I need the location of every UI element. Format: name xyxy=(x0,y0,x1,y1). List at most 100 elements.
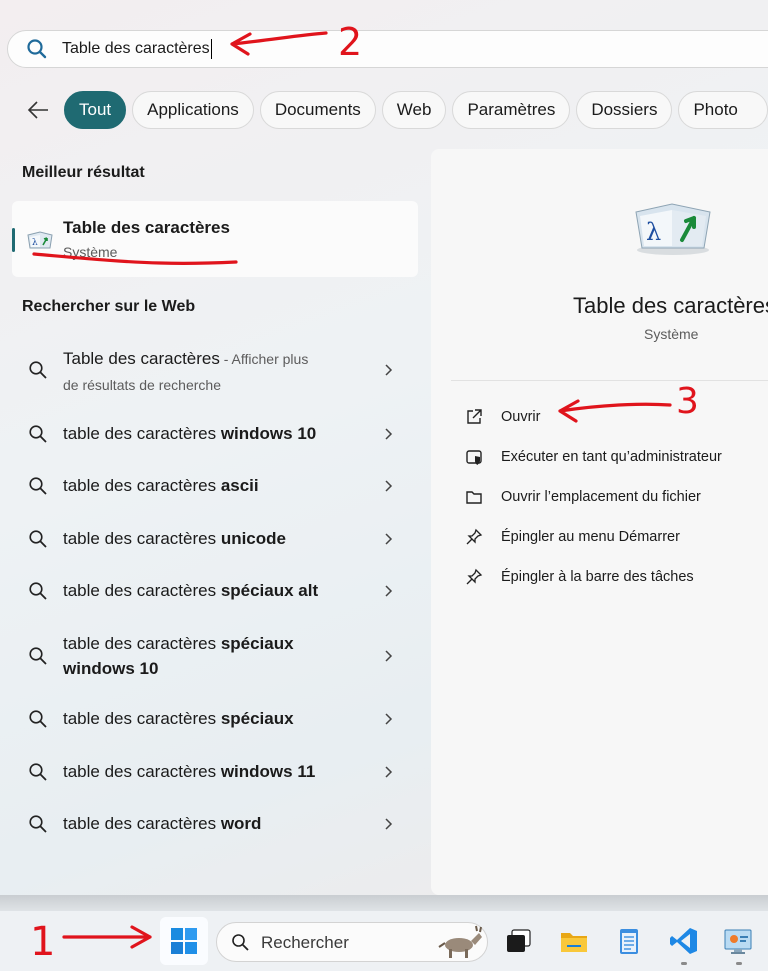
best-match-name: Table des caractères xyxy=(63,218,230,237)
action-open[interactable]: Ouvrir xyxy=(465,408,540,426)
web-result-bold: word xyxy=(220,814,262,833)
best-match-item[interactable]: λ Table des caractères Système xyxy=(12,201,418,277)
web-result-3[interactable]: table des caractères unicode xyxy=(0,526,420,552)
back-button[interactable] xyxy=(20,92,56,128)
chevron-right-icon xyxy=(385,364,393,376)
chevron-right-icon xyxy=(385,585,393,597)
action-run-as-admin[interactable]: Exécuter en tant qu’administrateur xyxy=(465,448,722,466)
file-explorer-icon[interactable] xyxy=(558,925,590,957)
filter-settings[interactable]: Paramètres xyxy=(452,91,571,129)
web-result-6[interactable]: table des caractères spéciaux xyxy=(0,706,420,732)
preview-pane xyxy=(431,149,768,895)
running-indicator xyxy=(736,962,742,965)
chevron-right-icon xyxy=(385,766,393,778)
search-input[interactable]: Table des caractères xyxy=(62,40,210,58)
svg-text:λ: λ xyxy=(32,238,38,248)
web-result-text: table des caractères xyxy=(63,814,221,833)
action-pin-taskbar-label: Épingler à la barre des tâches xyxy=(501,569,694,585)
web-result-bold: spéciaux xyxy=(220,709,294,728)
action-open-location-label: Ouvrir l’emplacement du fichier xyxy=(501,489,701,505)
chevron-right-icon xyxy=(385,533,393,545)
notepad-icon[interactable] xyxy=(613,925,645,957)
chevron-right-icon xyxy=(385,480,393,492)
web-result-8[interactable]: table des caractères word xyxy=(0,811,420,837)
windows-logo-icon xyxy=(171,928,197,954)
search-icon xyxy=(29,582,47,600)
web-result-0[interactable]: Table des caractères - Afficher plus de … xyxy=(0,346,420,402)
web-result-text: table des caractères xyxy=(63,529,221,548)
taskbar-divider xyxy=(0,895,768,911)
search-icon xyxy=(27,39,47,59)
text-caret xyxy=(210,39,212,59)
search-icon xyxy=(29,530,47,548)
search-icon xyxy=(29,647,47,665)
web-result-5[interactable]: table des caractères spéciaux windows 10 xyxy=(0,631,420,683)
vscode-icon[interactable] xyxy=(668,925,700,957)
pin-icon xyxy=(466,528,483,545)
action-pin-start[interactable]: Épingler au menu Démarrer xyxy=(465,528,680,546)
open-external-icon xyxy=(467,409,482,424)
start-button[interactable] xyxy=(160,917,208,965)
action-open-location[interactable]: Ouvrir l’emplacement du fichier xyxy=(465,488,701,506)
web-result-text: table des caractères xyxy=(63,424,221,443)
task-view-icon[interactable] xyxy=(503,925,535,957)
web-result-line2: windows 10 xyxy=(63,659,159,678)
chevron-right-icon xyxy=(385,428,393,440)
web-result-4[interactable]: table des caractères spéciaux alt xyxy=(0,578,420,604)
best-match-type: Système xyxy=(63,244,118,260)
action-pin-start-label: Épingler au menu Démarrer xyxy=(501,529,680,545)
donkey-search-highlight-icon xyxy=(438,925,482,958)
web-result-text: table des caractères xyxy=(63,634,221,653)
action-open-label: Ouvrir xyxy=(501,409,541,425)
web-result-bold: spéciaux alt xyxy=(220,581,319,600)
filter-applications[interactable]: Applications xyxy=(132,91,254,129)
search-icon xyxy=(29,477,47,495)
taskbar-search[interactable]: Rechercher xyxy=(216,922,488,962)
search-icon xyxy=(29,763,47,781)
filter-photos[interactable]: Photo xyxy=(678,91,768,129)
web-result-suffix: - Afficher plus xyxy=(219,351,309,367)
search-icon xyxy=(232,934,249,951)
web-result-2[interactable]: table des caractères ascii xyxy=(0,473,420,499)
web-result-line2: de résultats de recherche xyxy=(63,377,221,393)
filter-folders[interactable]: Dossiers xyxy=(576,91,673,129)
character-map-icon: λ xyxy=(27,231,53,249)
shield-admin-icon xyxy=(466,450,482,465)
control-panel-icon[interactable] xyxy=(722,925,754,957)
web-result-text: table des caractères xyxy=(63,709,221,728)
pin-icon xyxy=(466,568,483,585)
filter-all[interactable]: Tout xyxy=(64,91,127,129)
search-icon xyxy=(29,425,47,443)
filter-web[interactable]: Web xyxy=(381,91,447,129)
search-icon xyxy=(29,815,47,833)
search-icon xyxy=(29,710,47,728)
web-result-bold: windows 11 xyxy=(220,762,316,781)
web-result-text: table des caractères xyxy=(63,476,221,495)
web-result-bold: spéciaux xyxy=(220,634,294,653)
action-pin-taskbar[interactable]: Épingler à la barre des tâches xyxy=(465,568,694,586)
search-icon xyxy=(29,361,47,379)
folder-icon xyxy=(466,491,482,504)
web-result-bold: unicode xyxy=(220,529,286,548)
web-result-text: table des caractères xyxy=(63,581,221,600)
web-result-bold: ascii xyxy=(220,476,259,495)
divider xyxy=(451,380,768,381)
web-result-1[interactable]: table des caractères windows 10 xyxy=(0,421,420,447)
best-match-heading: Meilleur résultat xyxy=(22,164,145,181)
preview-title: Table des caractères xyxy=(573,293,768,318)
filter-bar: Tout Applications Documents Web Paramètr… xyxy=(20,91,768,129)
selection-indicator xyxy=(12,228,15,252)
search-box[interactable]: Table des caractères xyxy=(7,30,768,68)
svg-text:λ: λ xyxy=(646,218,661,246)
action-run-as-admin-label: Exécuter en tant qu’administrateur xyxy=(501,449,722,465)
running-indicator xyxy=(681,962,687,965)
chevron-right-icon xyxy=(385,818,393,830)
chevron-right-icon xyxy=(385,713,393,725)
web-result-bold: windows 10 xyxy=(220,424,317,443)
web-result-7[interactable]: table des caractères windows 11 xyxy=(0,759,420,785)
web-result-text: table des caractères xyxy=(63,762,221,781)
preview-type: Système xyxy=(644,326,699,342)
chevron-right-icon xyxy=(385,650,393,662)
filter-documents[interactable]: Documents xyxy=(259,91,376,129)
character-map-large-icon: λ xyxy=(635,203,711,255)
